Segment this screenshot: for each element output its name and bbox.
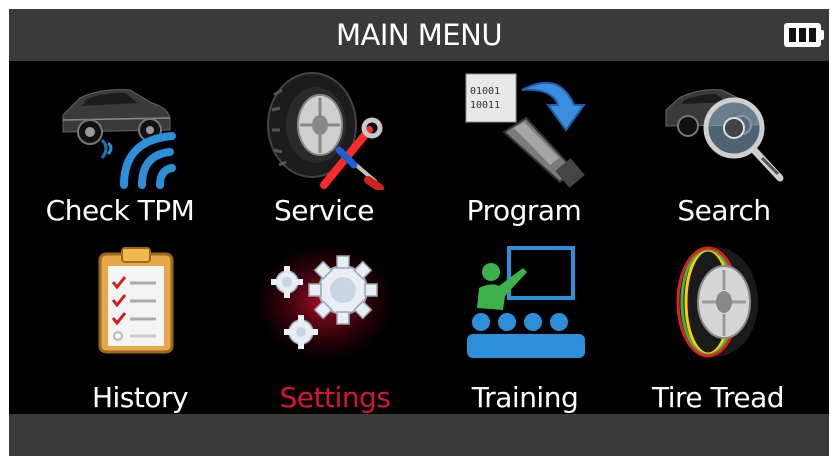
- device-screen: MAIN MENU Check TPM Service 01001 10011 …: [9, 9, 829, 456]
- menu-item-label: History: [91, 381, 189, 414]
- battery-cell: [809, 28, 816, 42]
- menu-item-label: Training: [471, 381, 579, 414]
- menu-item-label: Settings: [279, 381, 391, 414]
- tire-tread-icon: [676, 246, 758, 358]
- menu-item-settings[interactable]: Settings: [235, 238, 435, 414]
- page-title: MAIN MENU: [335, 18, 503, 52]
- menu-item-check-tpm[interactable]: Check TPM: [20, 64, 220, 240]
- clipboard-checklist-icon: [98, 247, 174, 354]
- battery-cell: [799, 28, 806, 42]
- menu-item-search[interactable]: Search: [624, 64, 824, 240]
- menu-item-service[interactable]: Service: [224, 64, 424, 240]
- binary-text: 01001: [470, 86, 500, 97]
- menu-item-tire-tread[interactable]: Tire Tread: [618, 238, 818, 414]
- footer-bar: [9, 414, 829, 456]
- binary-text: 10011: [470, 100, 500, 111]
- main-menu-grid: Check TPM Service 01001 10011 Program Se…: [9, 61, 829, 414]
- menu-item-history[interactable]: History: [40, 238, 240, 414]
- tire-wrench-screwdriver-icon: [267, 72, 384, 190]
- battery-cell: [789, 28, 796, 42]
- menu-item-label: Check TPM: [45, 194, 195, 227]
- car-magnifier-icon: [665, 89, 784, 182]
- menu-item-label: Program: [466, 194, 582, 227]
- menu-item-label: Search: [677, 194, 771, 227]
- menu-item-label: Service: [274, 194, 374, 227]
- title-bar: MAIN MENU: [9, 9, 829, 61]
- classroom-presentation-icon: [467, 246, 585, 358]
- menu-item-program[interactable]: 01001 10011 Program: [424, 64, 624, 240]
- binary-code-sensor-icon: 01001 10011: [465, 73, 586, 188]
- battery-full-icon: [784, 23, 824, 47]
- menu-item-training[interactable]: Training: [425, 238, 625, 414]
- gears-icon: [255, 244, 395, 360]
- car-sensor-signal-icon: [62, 89, 176, 189]
- menu-item-label: Tire Tread: [651, 381, 785, 414]
